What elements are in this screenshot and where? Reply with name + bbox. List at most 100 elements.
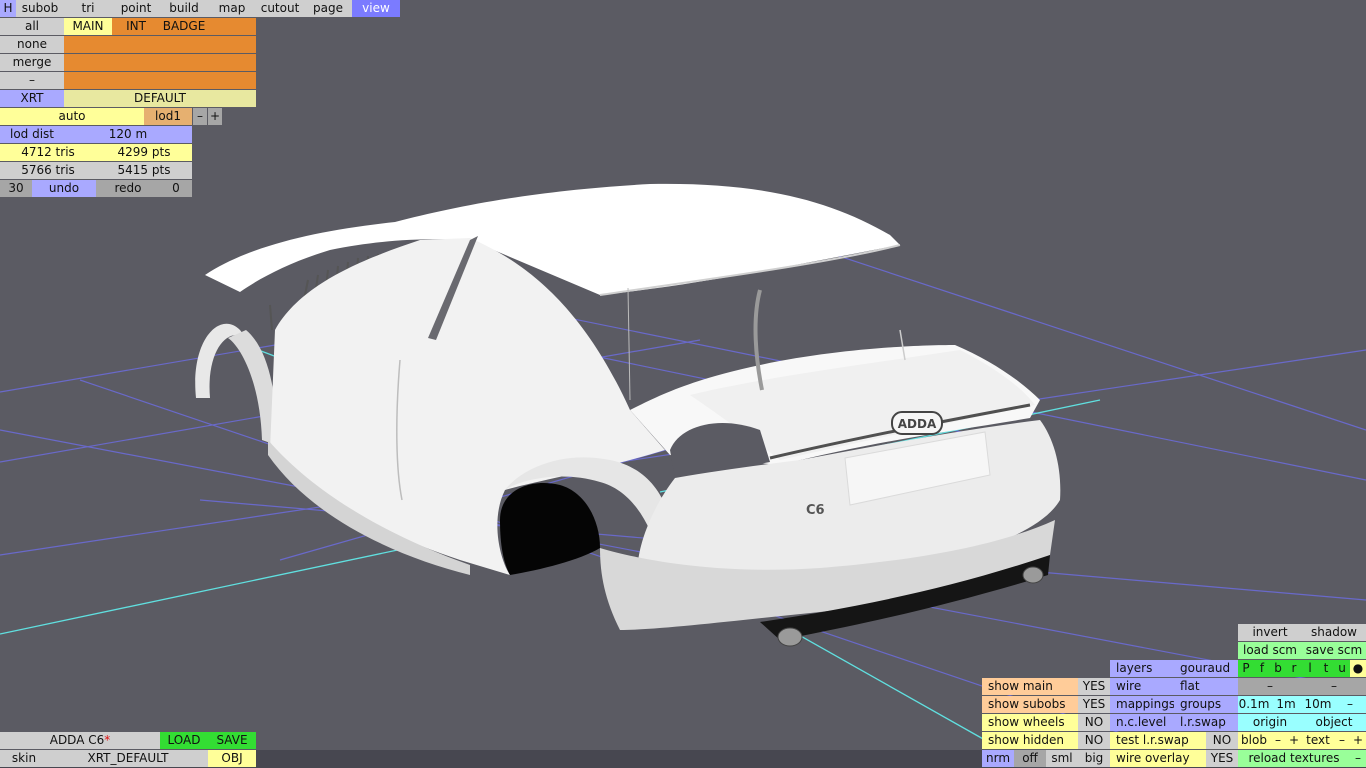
group-cell[interactable] [64, 54, 112, 71]
reload-textures-button[interactable]: reload textures [1238, 750, 1350, 767]
group-all-button[interactable]: all [0, 18, 64, 35]
layer-toggle-b[interactable]: b [1270, 660, 1286, 677]
show-wheels-toggle[interactable]: NO [1078, 714, 1110, 731]
wire-overlay-label: wire overlay [1110, 750, 1206, 767]
group-merge-button[interactable]: merge [0, 54, 64, 71]
undo-button[interactable]: undo [32, 180, 96, 197]
gouraud-button[interactable]: gouraud [1174, 660, 1238, 677]
redo-count: 0 [160, 180, 192, 197]
show-subobs-toggle[interactable]: YES [1078, 696, 1110, 713]
group-cell[interactable] [112, 36, 160, 53]
variant-xrt-button[interactable]: XRT [0, 90, 64, 107]
grid-dash-button[interactable]: – [1334, 696, 1366, 713]
layer-toggle-u[interactable]: u [1334, 660, 1350, 677]
skin-name-field[interactable]: XRT_DEFAULT [48, 750, 208, 767]
tab-build[interactable]: build [160, 0, 208, 17]
modified-indicator: * [104, 733, 111, 747]
show-main-label: show main [982, 678, 1078, 695]
show-subobs-label: show subobs [982, 696, 1078, 713]
redo-button[interactable]: redo [96, 180, 160, 197]
layer-toggle-f[interactable]: f [1254, 660, 1270, 677]
layer-toggle-t[interactable]: t [1318, 660, 1334, 677]
normals-off-button[interactable]: off [1014, 750, 1046, 767]
layer-toggle-dot[interactable]: ● [1350, 660, 1366, 677]
pts-count-total: 5415 pts [96, 162, 192, 179]
obj-button[interactable]: OBJ [208, 750, 256, 767]
test-lr-swap-toggle[interactable]: NO [1206, 732, 1238, 749]
tab-subob[interactable]: subob [16, 0, 64, 17]
blob-plus-button[interactable]: + [1286, 732, 1302, 749]
group-int-header[interactable]: INT [112, 18, 160, 35]
group-cell[interactable] [64, 36, 112, 53]
group-main-header[interactable]: MAIN [64, 18, 112, 35]
group-cell[interactable] [64, 72, 112, 89]
normals-big-button[interactable]: big [1078, 750, 1110, 767]
normals-nrm-button[interactable]: nrm [982, 750, 1014, 767]
car-badge: ADDA [891, 411, 943, 435]
grid-1m-button[interactable]: 1m [1270, 696, 1302, 713]
group-cell[interactable] [208, 18, 256, 35]
reload-textures-dash[interactable]: – [1350, 750, 1366, 767]
flat-button[interactable]: flat [1174, 678, 1238, 695]
wire-button[interactable]: wire [1110, 678, 1174, 695]
lod-dist-value[interactable]: 120 m [64, 126, 192, 143]
show-wheels-label: show wheels [982, 714, 1078, 731]
layer-dash-right[interactable]: – [1302, 678, 1366, 695]
group-dash-button[interactable]: – [0, 72, 64, 89]
tris-count-total: 5766 tris [0, 162, 96, 179]
wire-overlay-toggle[interactable]: YES [1206, 750, 1238, 767]
lod-plus-button[interactable]: + [208, 108, 222, 125]
show-main-toggle[interactable]: YES [1078, 678, 1110, 695]
tab-point[interactable]: point [112, 0, 160, 17]
group-cell[interactable] [208, 54, 256, 71]
tab-page[interactable]: page [304, 0, 352, 17]
lod-auto-button[interactable]: auto [0, 108, 144, 125]
lr-swap-button[interactable]: l.r.swap [1174, 714, 1238, 731]
tab-tri[interactable]: tri [64, 0, 112, 17]
text-plus-button[interactable]: + [1350, 732, 1366, 749]
tab-view[interactable]: view [352, 0, 400, 17]
group-cell[interactable] [160, 54, 208, 71]
blob-minus-button[interactable]: – [1270, 732, 1286, 749]
model-name: ADDA C6 [49, 733, 105, 747]
load-scm-button[interactable]: load scm [1238, 642, 1302, 659]
pts-count-lod: 4299 pts [96, 144, 192, 161]
mappings-button[interactable]: mappings [1110, 696, 1174, 713]
group-cell[interactable] [112, 54, 160, 71]
group-cell[interactable] [160, 72, 208, 89]
text-label: text [1302, 732, 1334, 749]
group-none-button[interactable]: none [0, 36, 64, 53]
save-scm-button[interactable]: save scm [1302, 642, 1366, 659]
load-button[interactable]: LOAD [160, 732, 208, 749]
group-cell[interactable] [208, 72, 256, 89]
invert-button[interactable]: invert [1238, 624, 1302, 641]
save-button[interactable]: SAVE [208, 732, 256, 749]
grid-0-1m-button[interactable]: 0.1m [1238, 696, 1270, 713]
grid-10m-button[interactable]: 10m [1302, 696, 1334, 713]
car-model: ADDA C6 [195, 183, 1061, 647]
layer-toggle-p[interactable]: P [1238, 660, 1254, 677]
tab-map[interactable]: map [208, 0, 256, 17]
layers-button[interactable]: layers [1110, 660, 1174, 677]
group-cell[interactable] [160, 36, 208, 53]
tab-cutout[interactable]: cutout [256, 0, 304, 17]
test-lr-swap-label: test l.r.swap [1110, 732, 1206, 749]
group-cell[interactable] [208, 36, 256, 53]
groups-button[interactable]: groups [1174, 696, 1238, 713]
show-hidden-toggle[interactable]: NO [1078, 732, 1110, 749]
variant-default-button[interactable]: DEFAULT [64, 90, 256, 107]
text-minus-button[interactable]: – [1334, 732, 1350, 749]
group-cell[interactable] [112, 72, 160, 89]
undo-count: 30 [0, 180, 32, 197]
origin-button[interactable]: origin [1238, 714, 1302, 731]
layer-dash-left[interactable]: – [1238, 678, 1302, 695]
lod-minus-button[interactable]: – [193, 108, 207, 125]
nc-level-button[interactable]: n.c.level [1110, 714, 1174, 731]
shadow-button[interactable]: shadow [1302, 624, 1366, 641]
normals-sml-button[interactable]: sml [1046, 750, 1078, 767]
object-button[interactable]: object [1302, 714, 1366, 731]
layer-toggle-r[interactable]: r [1286, 660, 1302, 677]
group-badge-header[interactable]: BADGE [160, 18, 208, 35]
h-toggle-button[interactable]: H [0, 0, 16, 17]
layer-toggle-l[interactable]: l [1302, 660, 1318, 677]
